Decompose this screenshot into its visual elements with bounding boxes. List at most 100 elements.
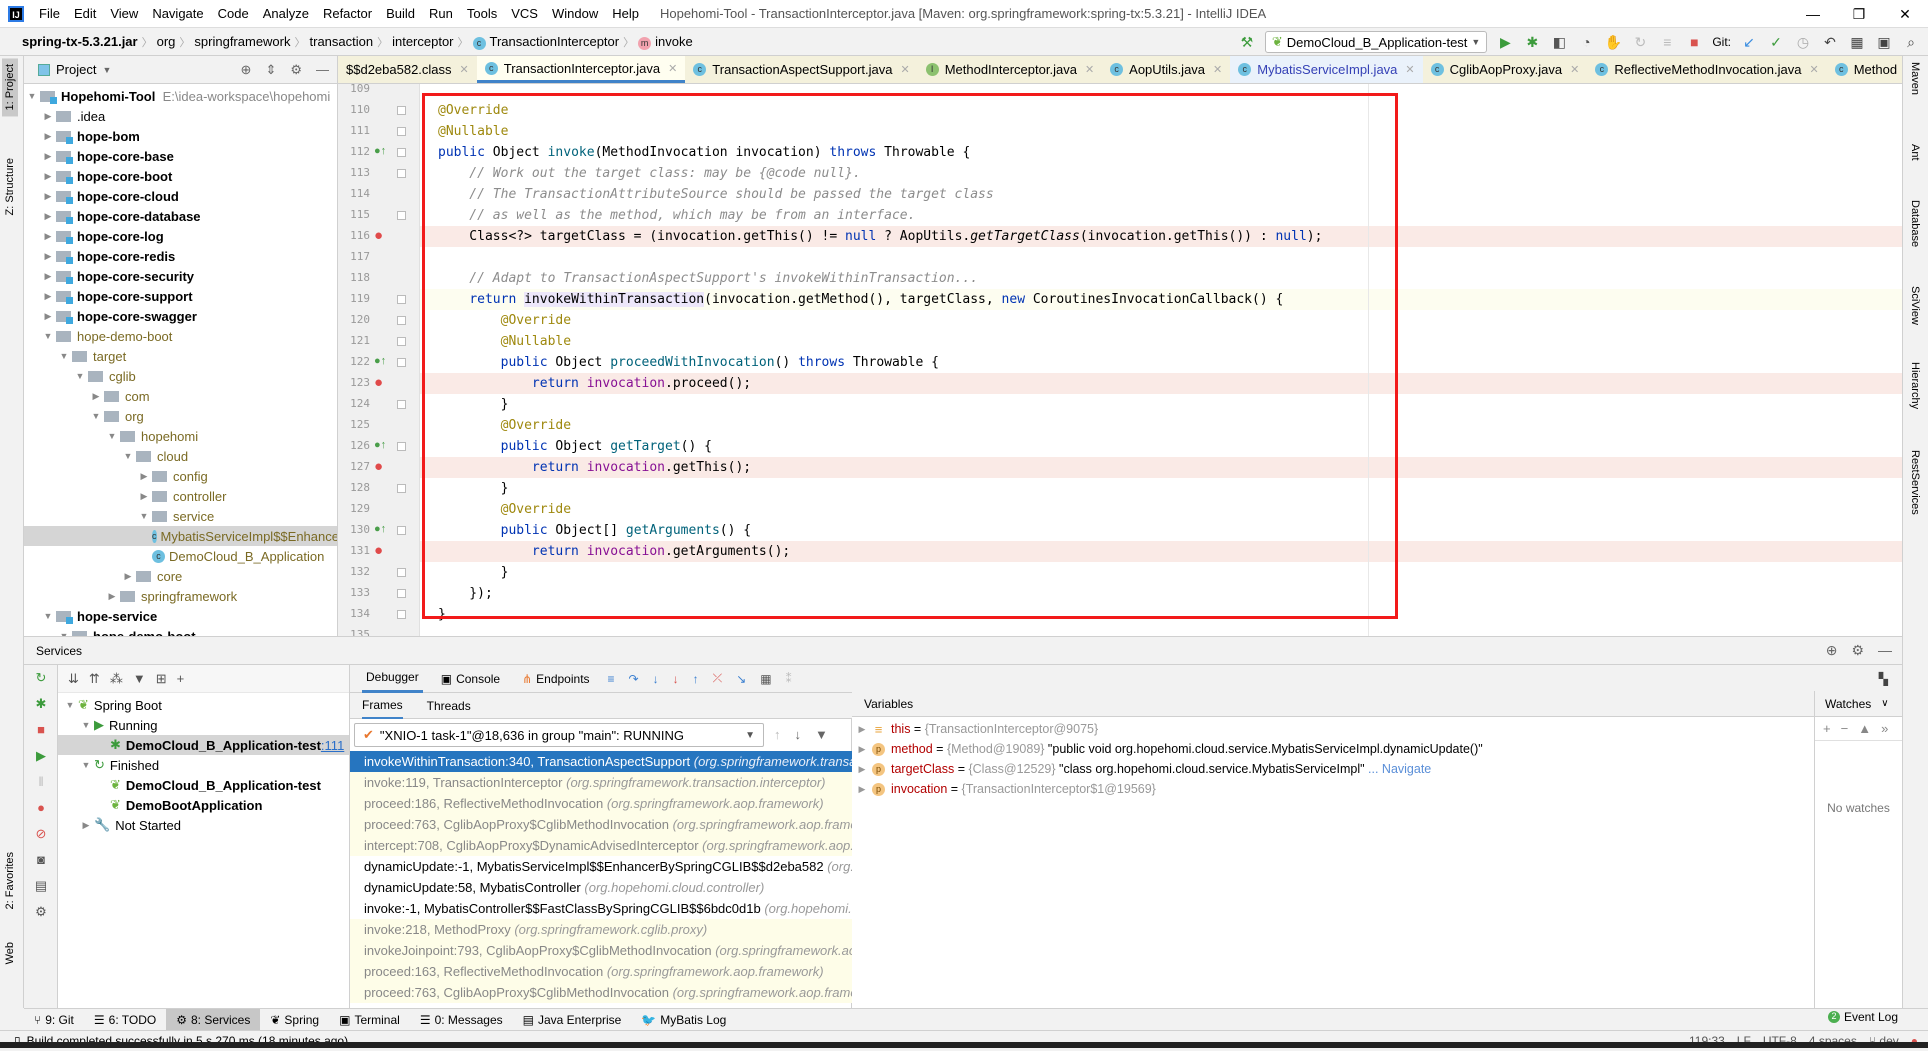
- tab-debugger[interactable]: Debugger: [362, 665, 423, 693]
- tool-tab-ant[interactable]: Ant: [1907, 140, 1923, 165]
- menu-edit[interactable]: Edit: [67, 6, 103, 21]
- gear-icon[interactable]: ⚙: [1851, 642, 1864, 659]
- tree-item[interactable]: ▼ hopehomi: [24, 426, 337, 446]
- tool-tab-project[interactable]: 1: Project: [2, 58, 18, 117]
- collapsed-arrow-icon[interactable]: ▶: [40, 311, 56, 322]
- add-icon[interactable]: +: [177, 671, 185, 686]
- tool-tab-sciview[interactable]: SciView: [1907, 282, 1923, 329]
- tree-item[interactable]: ▶ hope-core-redis: [24, 246, 337, 266]
- rerun-icon[interactable]: ↻: [1631, 34, 1649, 51]
- breadcrumb-org[interactable]: org: [153, 34, 180, 49]
- expand-arrow-icon[interactable]: ▶: [78, 820, 94, 831]
- fold-marker-icon[interactable]: [397, 442, 406, 451]
- menu-build[interactable]: Build: [379, 6, 422, 21]
- tree-item[interactable]: ▶ config: [24, 466, 337, 486]
- arrow-up-icon[interactable]: ↑: [774, 727, 781, 742]
- implements-icon[interactable]: ●↑: [374, 145, 386, 157]
- editor-tab[interactable]: c TransactionAspectSupport.java ✕: [685, 56, 918, 83]
- tool-tab-restservices[interactable]: RestServices: [1907, 446, 1923, 519]
- tool-tab-structure[interactable]: Z: Structure: [2, 152, 18, 221]
- tool-tab-favorites[interactable]: 2: Favorites: [2, 846, 18, 915]
- menu-view[interactable]: View: [103, 6, 145, 21]
- stack-frame[interactable]: proceed:163, ReflectiveMethodInvocation …: [350, 961, 852, 982]
- editor-tab[interactable]: c AopUtils.java ✕: [1102, 56, 1231, 83]
- remove-watch-icon[interactable]: −: [1841, 721, 1849, 736]
- fold-marker-icon[interactable]: [397, 484, 406, 493]
- step-out-icon[interactable]: ↑: [693, 672, 699, 686]
- close-tab-icon[interactable]: ✕: [1810, 63, 1819, 76]
- tool-window-tab[interactable]: ▣ Terminal: [329, 1009, 410, 1031]
- git-update-icon[interactable]: ↙: [1740, 34, 1758, 51]
- globe-icon[interactable]: ⊕: [1826, 642, 1838, 659]
- breadcrumb-class[interactable]: c TransactionInterceptor: [469, 34, 624, 50]
- tree-item[interactable]: ▼ hope-demo-boot: [24, 626, 337, 636]
- project-title[interactable]: Project: [56, 62, 96, 77]
- run-icon[interactable]: ▶: [1496, 34, 1514, 51]
- expanded-arrow-icon[interactable]: ▼: [72, 371, 88, 381]
- presentation-icon[interactable]: ▣: [1875, 34, 1893, 51]
- editor-gutter[interactable]: 109 110 111 112 ●↑ 113 114 115 116 ● 117 118 119 120 1…: [338, 84, 420, 636]
- force-step-into-icon[interactable]: ↓: [673, 672, 679, 686]
- resume-icon[interactable]: ▶: [24, 743, 58, 769]
- variable-row[interactable]: ▶ p targetClass = {Class@12529} "class org…: [852, 759, 1814, 779]
- expanded-arrow-icon[interactable]: ▼: [104, 431, 120, 441]
- editor-tab[interactable]: c TransactionInterceptor.java ✕: [476, 56, 686, 83]
- collapse-all-icon[interactable]: ⇈: [89, 671, 100, 687]
- chevron-down-icon[interactable]: ▼: [102, 65, 111, 75]
- step-into-icon[interactable]: ↓: [653, 672, 659, 686]
- expand-arrow-icon[interactable]: ▶: [852, 724, 872, 735]
- tree-item[interactable]: ▶ core: [24, 566, 337, 586]
- hide-icon[interactable]: —: [1878, 642, 1892, 659]
- collapsed-arrow-icon[interactable]: ▶: [40, 251, 56, 262]
- fold-marker-icon[interactable]: [397, 610, 406, 619]
- stop-icon[interactable]: ■: [1685, 34, 1703, 50]
- expand-arrow-icon[interactable]: ▶: [852, 744, 872, 755]
- implements-icon[interactable]: ●↑: [374, 523, 386, 535]
- stack-frame[interactable]: invokeJoinpoint:793, CglibAopProxy$Cglib…: [350, 940, 852, 961]
- service-item[interactable]: ❦ DemoBootApplication: [58, 795, 349, 815]
- expand-arrow-icon[interactable]: ▶: [852, 764, 872, 775]
- tree-item[interactable]: ▶ controller: [24, 486, 337, 506]
- tool-tab-database[interactable]: Database: [1907, 196, 1923, 251]
- collapsed-arrow-icon[interactable]: ▶: [104, 591, 120, 602]
- menu-navigate[interactable]: Navigate: [145, 6, 210, 21]
- git-commit-icon[interactable]: ✓: [1767, 34, 1785, 51]
- chevron-down-icon[interactable]: ∨: [1881, 698, 1888, 709]
- breadcrumb-transaction[interactable]: transaction: [306, 34, 378, 49]
- history-icon[interactable]: ◷: [1794, 34, 1812, 51]
- expanded-arrow-icon[interactable]: ▼: [136, 511, 152, 521]
- tree-item[interactable]: ▼ cglib: [24, 366, 337, 386]
- fold-marker-icon[interactable]: [397, 337, 406, 346]
- tool-window-tab[interactable]: ⑂ 9: Git: [24, 1009, 84, 1031]
- menu-window[interactable]: Window: [545, 6, 605, 21]
- service-item[interactable]: ❦ DemoCloud_B_Application-test: [58, 775, 349, 795]
- group-icon[interactable]: ⁂: [110, 671, 123, 687]
- step-icon[interactable]: ≡: [1658, 34, 1676, 50]
- service-item[interactable]: ✱ DemoCloud_B_Application-test :111: [58, 735, 349, 755]
- more-icon[interactable]: »: [1881, 721, 1888, 736]
- build-hammer-icon[interactable]: ⚒: [1238, 34, 1256, 51]
- show-execution-point-icon[interactable]: ≡: [608, 672, 615, 686]
- expand-arrow-icon[interactable]: ▼: [78, 760, 94, 770]
- tree-item[interactable]: ▶ springframework: [24, 586, 337, 606]
- close-tab-icon[interactable]: ✕: [1085, 63, 1094, 76]
- collapsed-arrow-icon[interactable]: ▶: [40, 231, 56, 242]
- tree-item[interactable]: ▼ hope-service: [24, 606, 337, 626]
- editor-tab[interactable]: I MethodInterceptor.java ✕: [917, 56, 1103, 83]
- fold-marker-icon[interactable]: [397, 148, 406, 157]
- fold-marker-icon[interactable]: [397, 295, 406, 304]
- project-structure-icon[interactable]: ▦: [1848, 34, 1866, 51]
- breakpoint-icon[interactable]: ●: [374, 542, 383, 559]
- tree-item[interactable]: ▼ service: [24, 506, 337, 526]
- rerun-icon[interactable]: ↻: [24, 665, 58, 691]
- collapsed-arrow-icon[interactable]: ▶: [40, 271, 56, 282]
- breadcrumb-jar[interactable]: spring-tx-5.3.21.jar: [18, 34, 142, 49]
- tab-frames[interactable]: Frames: [362, 693, 403, 719]
- breakpoint-icon[interactable]: ●: [374, 374, 383, 391]
- pause-icon[interactable]: ‖: [24, 769, 58, 795]
- stack-frame[interactable]: proceed:763, CglibAopProxy$CglibMethodIn…: [350, 982, 852, 1003]
- expanded-arrow-icon[interactable]: ▼: [88, 411, 104, 421]
- fold-marker-icon[interactable]: [397, 316, 406, 325]
- tool-tab-hierarchy[interactable]: Hierarchy: [1907, 358, 1923, 413]
- close-tab-icon[interactable]: ✕: [1213, 63, 1222, 76]
